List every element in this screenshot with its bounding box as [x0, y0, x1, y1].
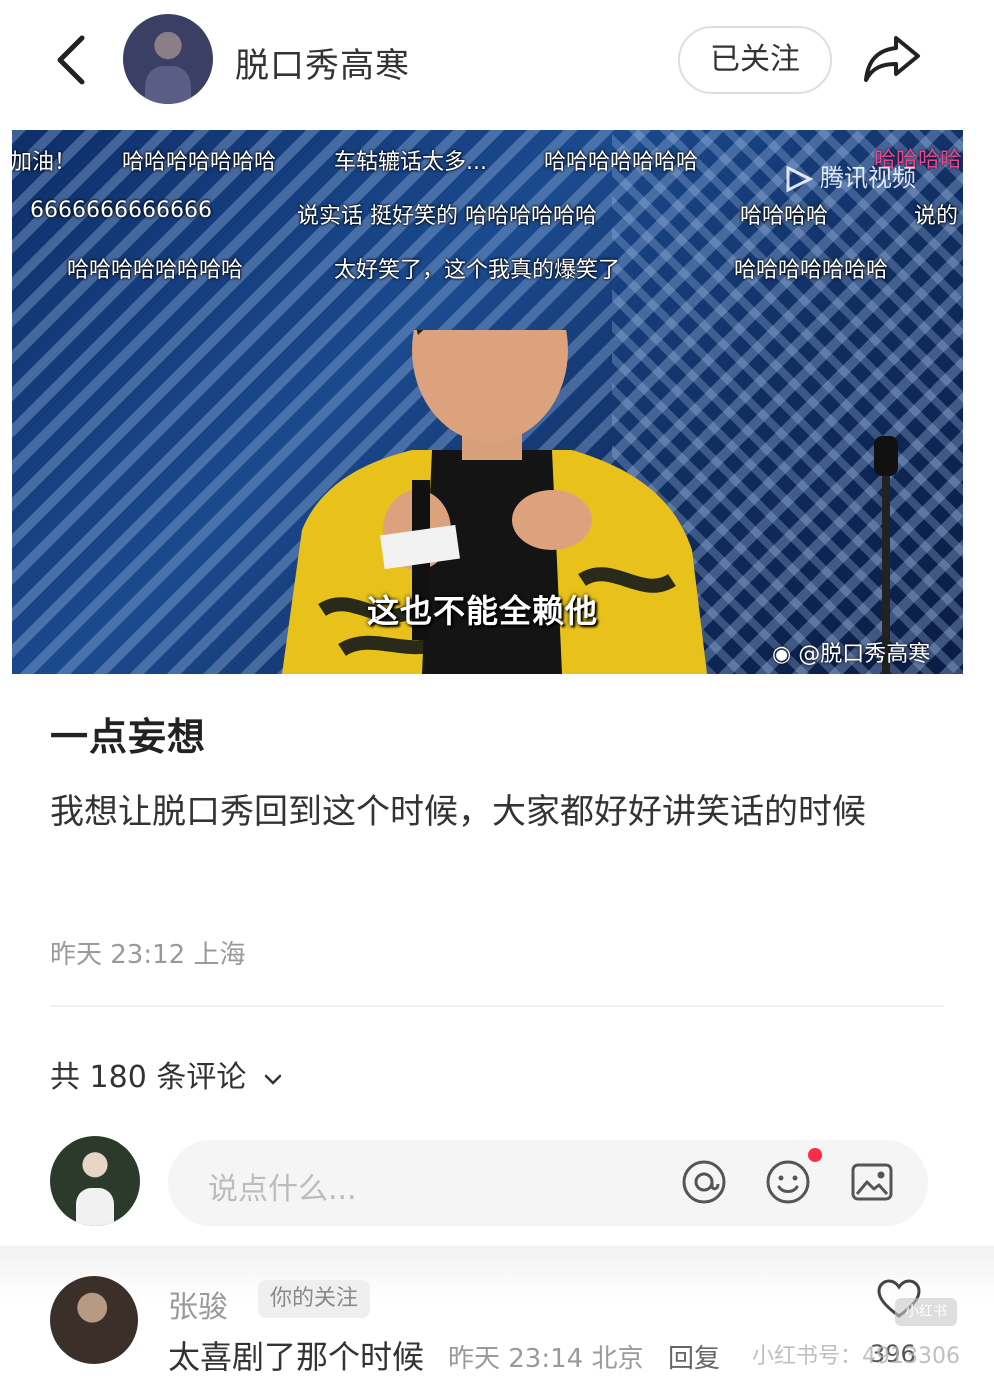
danmu-comment: 加油！: [12, 150, 77, 175]
chevron-down-icon: [264, 1074, 282, 1085]
xiaohongshu-logo: 小红书: [895, 1298, 957, 1326]
comment-placeholder: 说点什么...: [208, 1172, 357, 1207]
weibo-watermark: ◉ @脱口秀高寒: [772, 636, 930, 668]
danmu-comment: 6666666666666: [30, 198, 212, 223]
reply-button[interactable]: 回复: [668, 1338, 720, 1375]
follow-button[interactable]: 已关注: [678, 26, 832, 94]
tencent-video-label: 腾讯视频: [820, 164, 916, 192]
comment-meta: 昨天 23:14 北京: [448, 1344, 644, 1374]
post-meta: 昨天 23:12 上海: [50, 940, 246, 970]
xiaohongshu-watermark: 小红书号：4913306: [752, 1344, 960, 1369]
video-player[interactable]: 加油！ 哈哈哈哈哈哈哈 车轱辘话太多... 哈哈哈哈哈哈哈 哈哈哈哈 66666…: [12, 130, 963, 674]
weibo-handle: @脱口秀高寒: [798, 642, 931, 667]
video-subtitle: 这也不能全赖他: [367, 592, 599, 630]
danmu-comment: 哈哈哈哈哈哈哈: [734, 258, 889, 283]
emoji-icon[interactable]: [764, 1158, 812, 1206]
comment-count-toggle[interactable]: 共 180 条评论: [50, 1052, 284, 1096]
comment-input[interactable]: 说点什么...: [168, 1140, 928, 1226]
danmu-comment: 说实话 挺好笑的 哈哈哈哈哈哈: [297, 204, 597, 229]
commenter-name[interactable]: 张骏: [168, 1282, 228, 1326]
post-title: 一点妄想: [50, 715, 207, 759]
post-body: 我想让脱口秀回到这个时候，大家都好好讲笑话的时候: [50, 792, 866, 832]
divider: [50, 1005, 944, 1007]
tencent-video-watermark: 腾讯视频: [784, 158, 916, 194]
danmu-comment: 哈哈哈哈哈哈哈哈: [67, 258, 244, 283]
danmu-comment: 太好笑了，这个我真的爆笑了: [334, 258, 621, 283]
danmu-comment: 哈哈哈哈哈哈哈: [544, 150, 699, 175]
image-icon[interactable]: [848, 1158, 896, 1206]
mention-icon[interactable]: [680, 1158, 728, 1206]
notification-dot: [808, 1148, 822, 1162]
danmu-comment: 说的: [914, 204, 959, 229]
danmu-comment: 哈哈哈哈: [740, 204, 829, 229]
danmu-comment: 哈哈哈哈哈哈哈: [122, 150, 277, 175]
tencent-video-logo-icon: [786, 165, 814, 193]
comment-text: 太喜剧了那个时候: [168, 1338, 425, 1376]
top-bar: 脱口秀高寒 已关注: [0, 0, 994, 120]
weibo-logo-icon: ◉: [772, 642, 792, 667]
author-avatar[interactable]: [123, 14, 213, 104]
commenter-avatar[interactable]: [50, 1276, 138, 1364]
back-arrow-icon[interactable]: [50, 30, 94, 90]
following-badge: 你的关注: [258, 1280, 371, 1318]
comment-count-label: 共 180 条评论: [50, 1060, 247, 1095]
author-name[interactable]: 脱口秀高寒: [235, 38, 410, 87]
my-avatar: [50, 1136, 140, 1226]
danmu-comment: 车轱辘话太多...: [334, 150, 487, 175]
share-icon[interactable]: [860, 30, 924, 86]
